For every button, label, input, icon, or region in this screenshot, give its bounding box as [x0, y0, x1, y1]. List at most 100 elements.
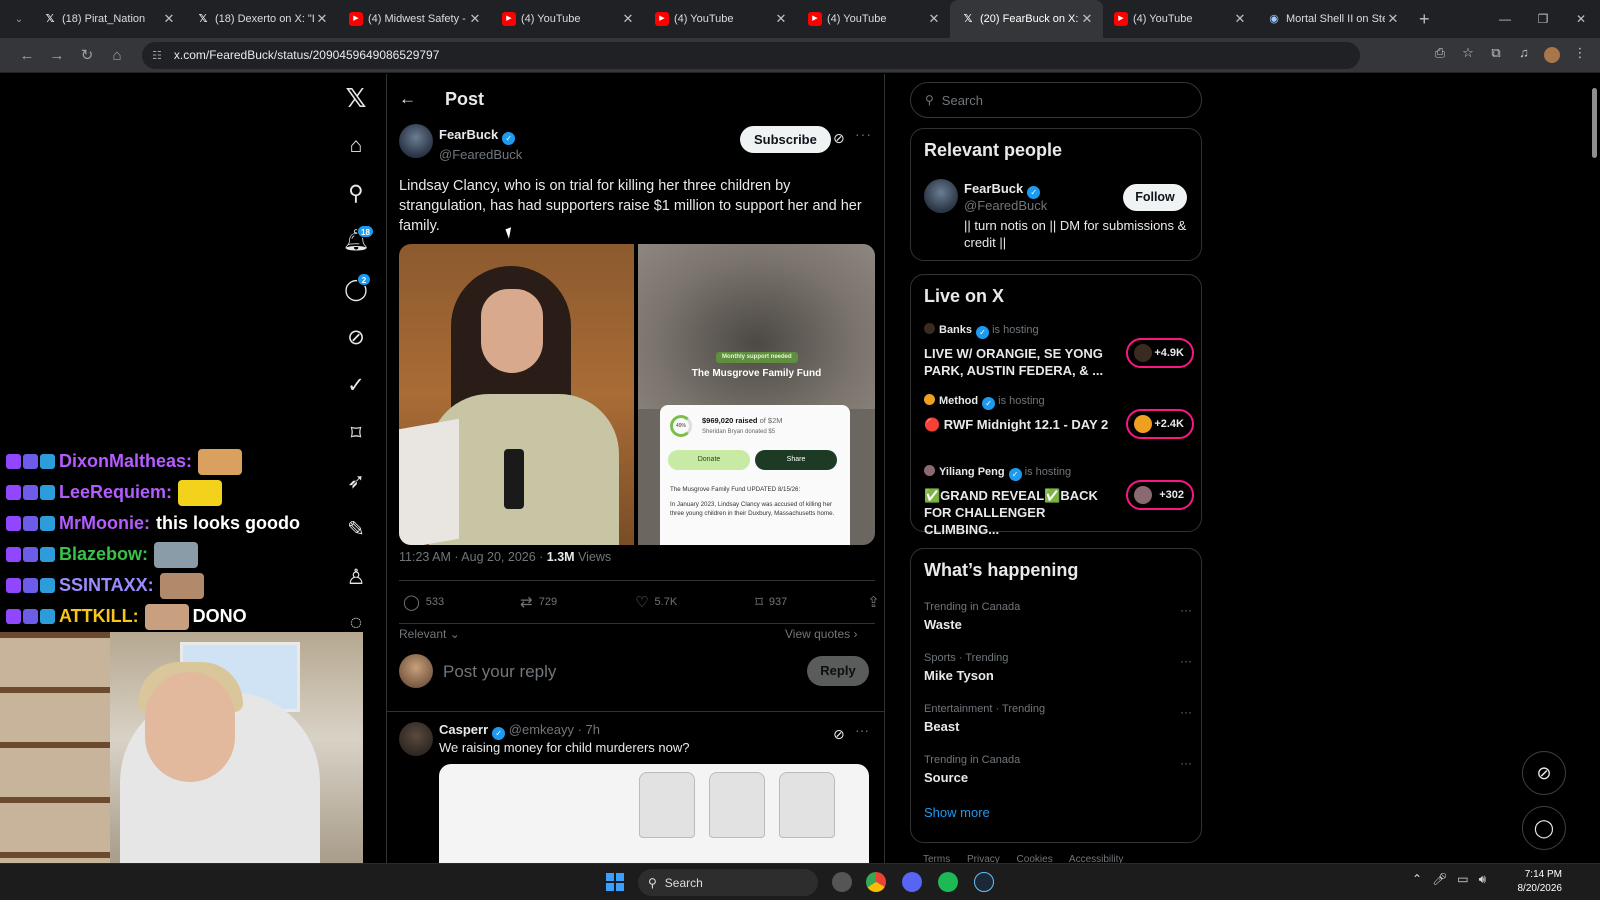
- browser-menu-icon[interactable]: ⋮: [1566, 45, 1594, 66]
- spotify-icon[interactable]: [938, 872, 958, 892]
- browser-tab[interactable]: 𝕏 (18) Pirat_Nation ✕: [32, 0, 185, 38]
- back-arrow-icon[interactable]: ←: [399, 89, 437, 109]
- bookmark-star-icon[interactable]: ☆: [1454, 45, 1482, 66]
- url-field[interactable]: ☷ x.com/FearedBuck/status/20904596490865…: [142, 41, 1360, 69]
- relevant-display-name[interactable]: FearBuck: [964, 181, 1023, 196]
- browser-tab[interactable]: ◉ Mortal Shell II on Ste ✕: [1256, 0, 1409, 38]
- volume-icon[interactable]: 🔊︎: [1479, 872, 1487, 887]
- back-icon[interactable]: ←: [12, 47, 42, 64]
- taskbar-search[interactable]: ⚲ Search: [638, 869, 818, 896]
- relevant-handle[interactable]: @FearedBuck: [964, 198, 1047, 213]
- author-avatar[interactable]: [399, 124, 433, 158]
- host-name[interactable]: Method: [939, 395, 978, 407]
- scrollbar-thumb[interactable]: [1592, 88, 1597, 158]
- trial-photo[interactable]: [399, 244, 634, 545]
- trend-item[interactable]: Entertainment · Trending Beast ···: [924, 703, 1192, 734]
- view-quotes-link[interactable]: View quotes ›: [785, 627, 858, 641]
- profile-nav-icon[interactable]: ♙: [336, 559, 376, 595]
- app-icon[interactable]: [832, 872, 852, 892]
- browser-tab[interactable]: ▶ (4) YouTube ✕: [1103, 0, 1256, 38]
- post-timestamp[interactable]: 11:23 AM · Aug 20, 2026 ·: [399, 550, 547, 564]
- x-logo-icon[interactable]: 𝕏: [336, 80, 376, 116]
- tab-close-icon[interactable]: ✕: [314, 11, 330, 27]
- install-icon[interactable]: ⎙: [1426, 45, 1454, 66]
- trend-item[interactable]: Sports · Trending Mike Tyson ···: [924, 652, 1192, 683]
- page-scrollbar[interactable]: [1589, 74, 1600, 863]
- show-more-link[interactable]: Show more: [924, 805, 990, 820]
- fundraiser-screenshot[interactable]: Monthly support needed The Musgrove Fami…: [638, 244, 875, 545]
- live-listeners-pill[interactable]: +302: [1126, 480, 1194, 510]
- tab-close-icon[interactable]: ✕: [467, 11, 483, 27]
- taskbar-clock[interactable]: 7:14 PM 8/20/2026: [1512, 868, 1563, 896]
- close-window-icon[interactable]: ✕: [1562, 0, 1600, 38]
- profile-avatar[interactable]: [1538, 45, 1566, 66]
- my-avatar[interactable]: [399, 654, 433, 688]
- tab-close-icon[interactable]: ✕: [773, 11, 789, 27]
- trend-more-icon[interactable]: ···: [1180, 705, 1192, 719]
- messages-nav-icon[interactable]: ◯ 2: [336, 271, 376, 307]
- steam-icon[interactable]: [974, 872, 994, 892]
- repost-action[interactable]: ⇄ 729: [520, 593, 557, 611]
- live-item[interactable]: Yiliang Peng ✓ is hosting ✅GRAND REVEAL✅BA…: [924, 465, 1194, 538]
- live-listeners-pill[interactable]: +2.4K: [1126, 409, 1194, 439]
- like-action[interactable]: ♡ 5.7K: [635, 593, 677, 611]
- trend-item[interactable]: Trending in Canada Waste ···: [924, 601, 1192, 632]
- reload-icon[interactable]: ↻: [72, 46, 102, 64]
- relevant-avatar[interactable]: [924, 179, 958, 213]
- share-action[interactable]: ⇪: [867, 593, 884, 611]
- browser-tab[interactable]: 𝕏 (18) Dexerto on X: "Li ✕: [185, 0, 338, 38]
- jobs-nav-icon[interactable]: ➶: [336, 463, 376, 499]
- grok-icon[interactable]: ⊘: [833, 130, 845, 147]
- discord-icon[interactable]: [902, 872, 922, 892]
- more-options-icon[interactable]: ···: [855, 722, 869, 738]
- chrome-icon[interactable]: [866, 872, 886, 892]
- author-handle[interactable]: @FearedBuck: [439, 147, 522, 162]
- tab-close-icon[interactable]: ✕: [1079, 11, 1095, 27]
- trend-more-icon[interactable]: ···: [1180, 654, 1192, 668]
- bookmark-action[interactable]: ⌑ 937: [755, 593, 787, 611]
- follow-button[interactable]: Follow: [1123, 184, 1187, 211]
- forward-icon[interactable]: →: [42, 47, 72, 64]
- search-input[interactable]: ⚲ Search: [910, 82, 1202, 118]
- grok-icon[interactable]: ⊘: [833, 726, 845, 743]
- reply-avatar[interactable]: [399, 722, 433, 756]
- browser-tab[interactable]: ▶ (4) YouTube ✕: [797, 0, 950, 38]
- reply-display-name[interactable]: Casperr: [439, 722, 488, 737]
- home-nav-icon[interactable]: ⌂: [336, 128, 376, 164]
- restore-icon[interactable]: ❐: [1524, 0, 1562, 38]
- media-icon[interactable]: ♫: [1510, 45, 1538, 66]
- tab-close-icon[interactable]: ✕: [1232, 11, 1248, 27]
- sort-replies-dropdown[interactable]: Relevant ⌄: [399, 627, 460, 641]
- reply-image[interactable]: [439, 764, 869, 863]
- grok-float-button[interactable]: ⊘: [1522, 751, 1566, 795]
- live-listeners-pill[interactable]: +4.9K: [1126, 338, 1194, 368]
- browser-tab[interactable]: 𝕏 (20) FearBuck on X: "I ✕: [950, 0, 1103, 38]
- new-tab-button[interactable]: +: [1419, 9, 1430, 30]
- notifications-nav-icon[interactable]: 🔔︎ 18: [336, 223, 376, 259]
- subscribe-button[interactable]: Subscribe: [740, 126, 831, 153]
- reply-action[interactable]: ◯ 533: [403, 593, 444, 611]
- explore-nav-icon[interactable]: ⚲: [336, 175, 376, 211]
- bookmarks-nav-icon[interactable]: ⌑: [336, 415, 376, 451]
- tab-close-icon[interactable]: ✕: [161, 11, 177, 27]
- windows-start-icon[interactable]: [606, 873, 624, 891]
- chevron-up-icon[interactable]: ⌃: [1412, 872, 1422, 887]
- browser-tab[interactable]: ▶ (4) YouTube ✕: [644, 0, 797, 38]
- tab-search-icon[interactable]: ⌄: [6, 14, 32, 25]
- grok-nav-icon[interactable]: ⊘: [336, 319, 376, 355]
- extensions-icon[interactable]: ⧉: [1482, 45, 1510, 66]
- tab-close-icon[interactable]: ✕: [926, 11, 942, 27]
- tab-close-icon[interactable]: ✕: [620, 11, 636, 27]
- live-item[interactable]: Banks ✓ is hosting LIVE W/ ORANGIE, SE YON…: [924, 323, 1194, 379]
- articles-nav-icon[interactable]: ✎: [336, 511, 376, 547]
- messages-float-button[interactable]: ◯: [1522, 806, 1566, 850]
- host-name[interactable]: Banks: [939, 324, 972, 336]
- reply-time[interactable]: 7h: [586, 722, 600, 737]
- trend-more-icon[interactable]: ···: [1180, 603, 1192, 617]
- reply-handle[interactable]: @emkeayy: [509, 722, 574, 737]
- trend-more-icon[interactable]: ···: [1180, 756, 1192, 770]
- more-options-icon[interactable]: ···: [855, 126, 872, 142]
- tab-close-icon[interactable]: ✕: [1385, 11, 1401, 27]
- trend-item[interactable]: Trending in Canada Source ···: [924, 754, 1192, 785]
- home-icon[interactable]: ⌂: [102, 47, 132, 64]
